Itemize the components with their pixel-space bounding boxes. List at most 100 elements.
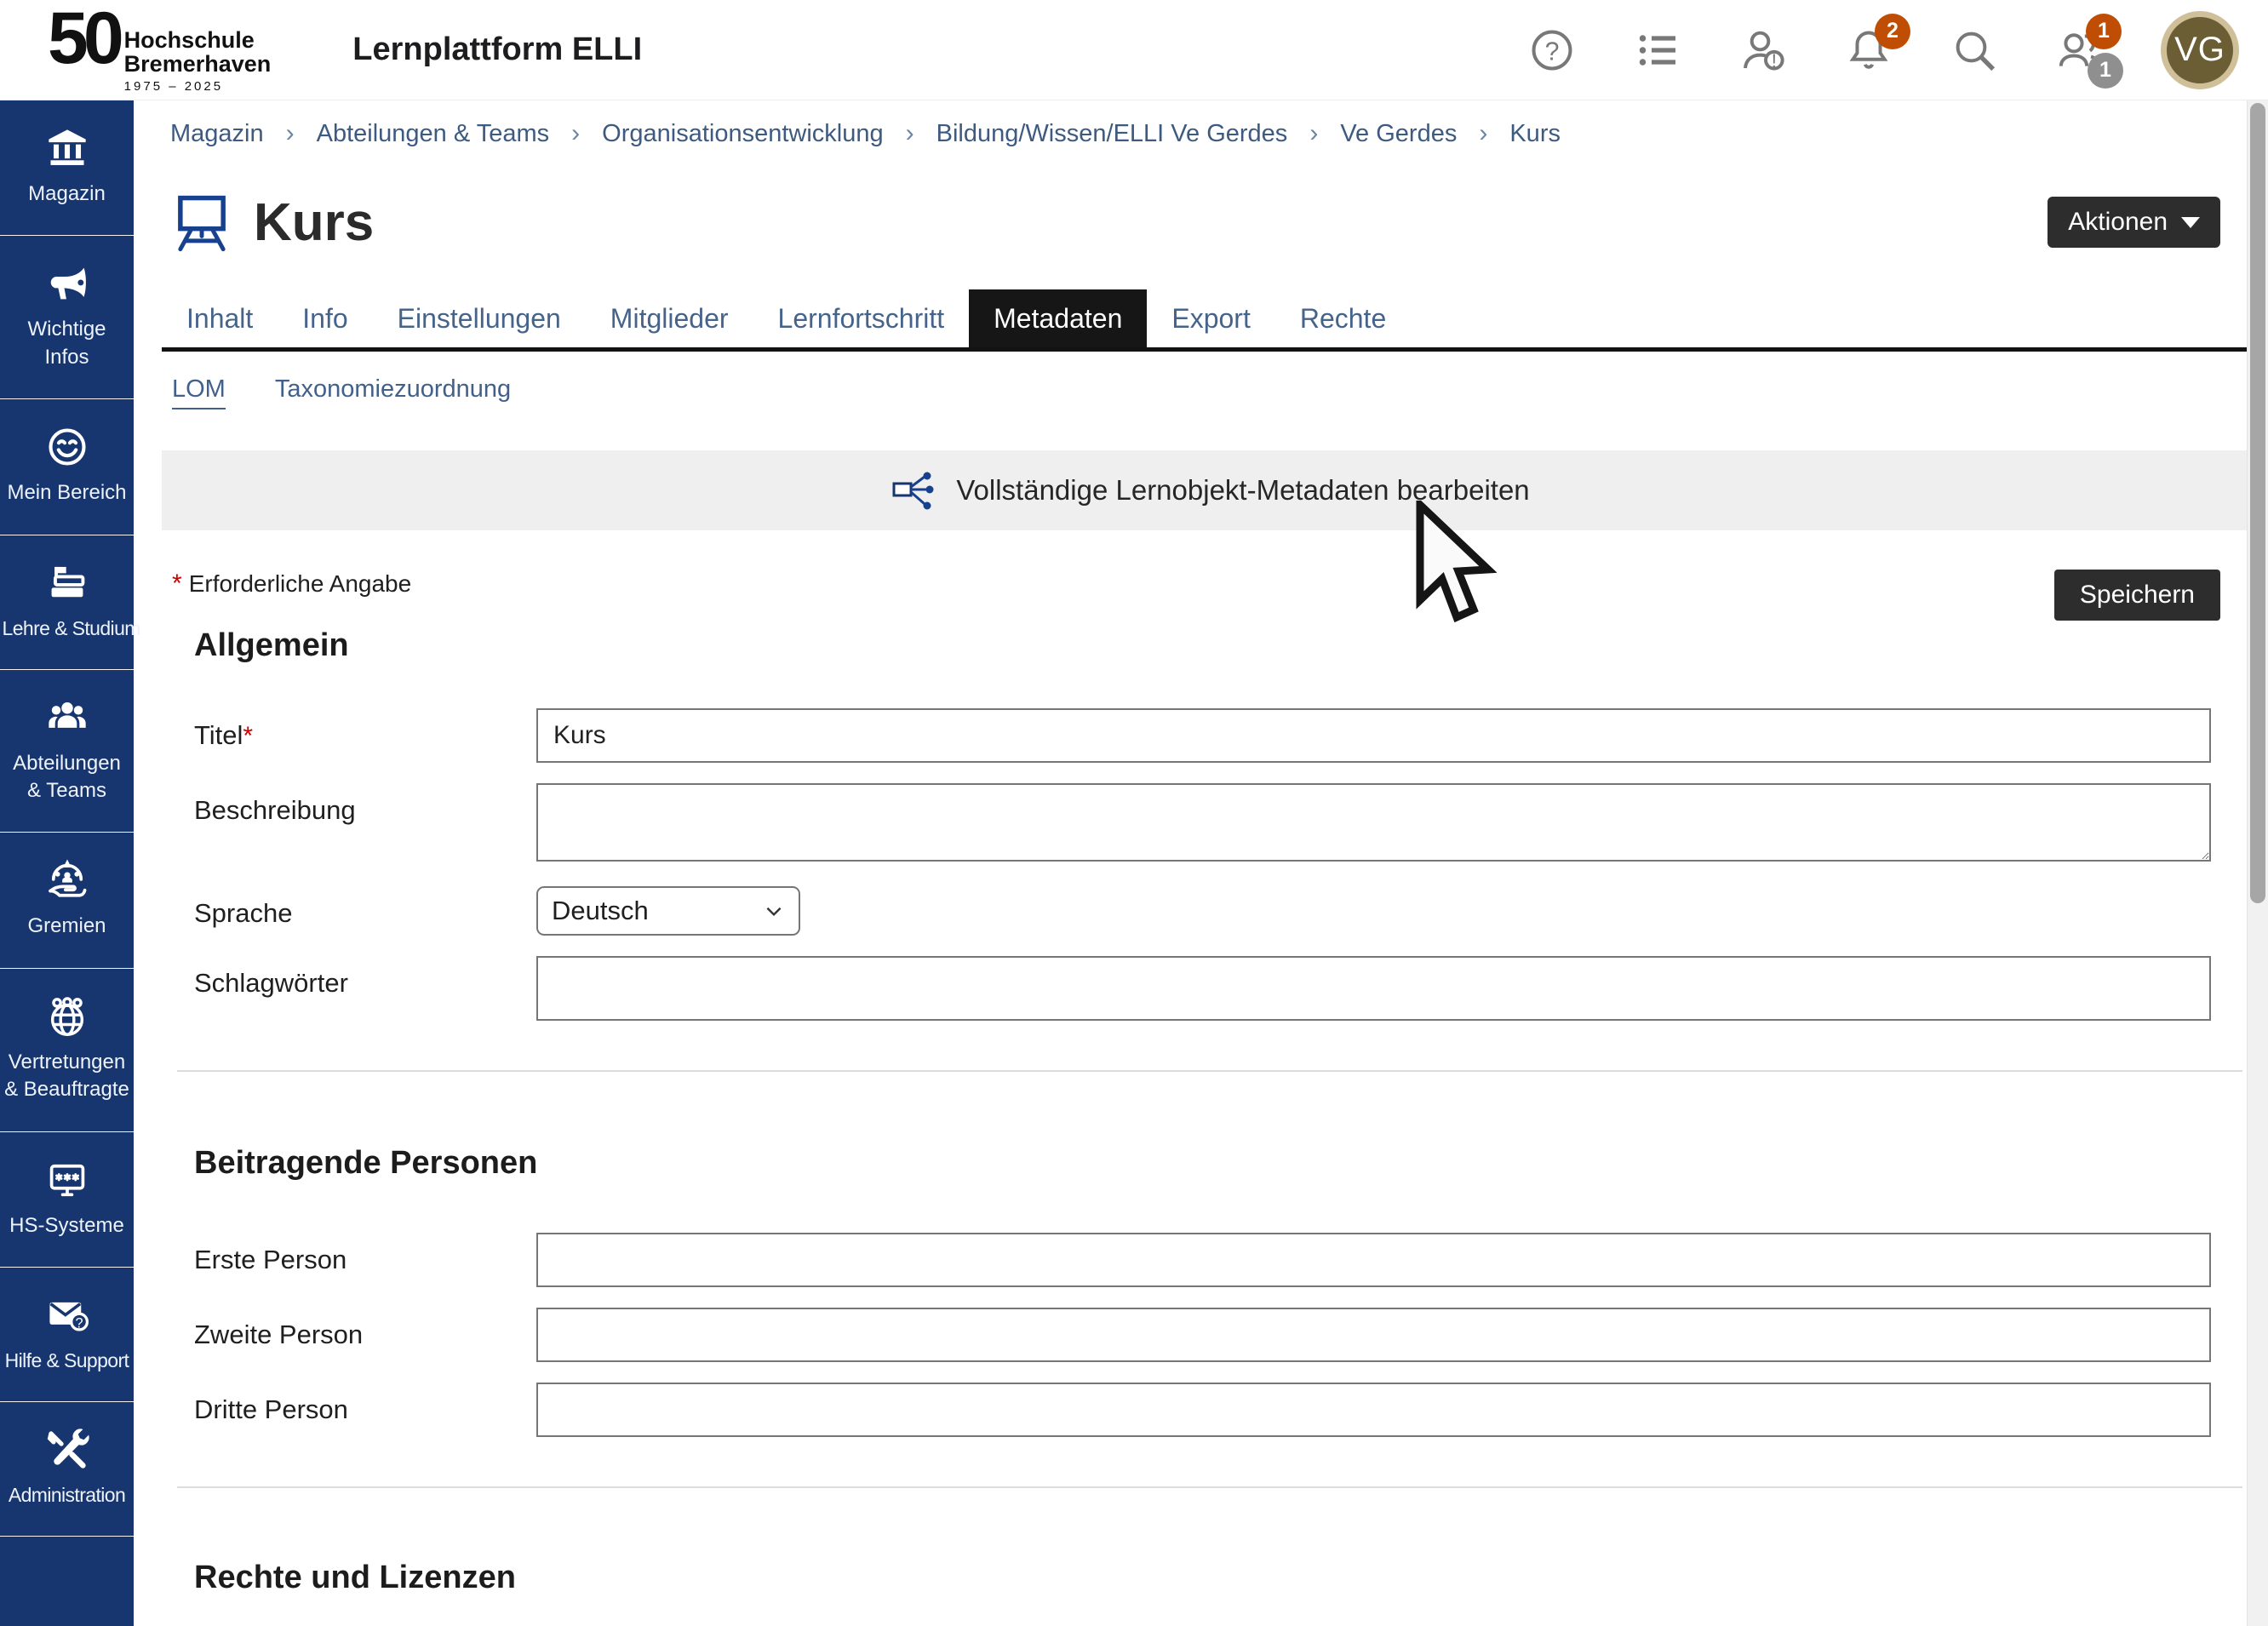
section-heading-rechte: Rechte und Lizenzen <box>162 1560 2259 1596</box>
schlagwoerter-input[interactable] <box>536 956 2211 1021</box>
sidebar-item-hs-systeme[interactable]: HS-Systeme <box>0 1132 134 1268</box>
sidebar-item-administration[interactable]: Administration <box>0 1402 134 1537</box>
users-badge-gray: 1 <box>2088 53 2123 89</box>
users-badge-orange: 1 <box>2086 14 2122 49</box>
beschreibung-textarea[interactable] <box>536 783 2211 862</box>
page-title: Kurs <box>254 192 374 253</box>
tab-lernfortschritt[interactable]: Lernfortschritt <box>753 289 970 347</box>
caret-down-icon <box>2181 217 2200 228</box>
metadata-hub-icon <box>891 468 936 512</box>
course-easel-icon <box>172 191 232 254</box>
svg-text:?: ? <box>1545 37 1560 66</box>
breadcrumb-ve-gerdes[interactable]: Ve Gerdes <box>1340 120 1457 148</box>
globe-people-icon <box>45 994 89 1039</box>
tab-rechte[interactable]: Rechte <box>1275 289 1411 347</box>
hochschule-bremerhaven-logo: 50 Hochschule Bremerhaven 1975 – 2025 <box>48 6 271 94</box>
breadcrumb-kurs[interactable]: Kurs <box>1509 120 1561 148</box>
sidebar-item-label: Vertretungen & Beauftragte <box>3 1049 130 1104</box>
tab-export[interactable]: Export <box>1147 289 1274 347</box>
sprache-label: Sprache <box>194 886 536 936</box>
sidebar-item-abteilungen-teams[interactable]: Abteilungen & Teams <box>0 670 134 833</box>
assembly-icon <box>45 858 89 902</box>
app-title: Lernplattform ELLI <box>352 31 642 68</box>
people-group-icon <box>45 696 89 740</box>
main-sidebar: Magazin Wichtige Infos Mein Bereich Lehr… <box>0 100 134 1626</box>
users-icon[interactable]: 1 1 <box>2055 26 2105 75</box>
logo-line2: Bremerhaven <box>124 52 272 76</box>
chevron-right-icon: › <box>571 119 580 148</box>
subtab-lom[interactable]: LOM <box>172 375 226 409</box>
erste-person-input[interactable] <box>536 1233 2211 1287</box>
breadcrumb: Magazin › Abteilungen & Teams › Organisa… <box>162 100 2259 165</box>
chevron-right-icon: › <box>906 119 914 148</box>
tab-inhalt[interactable]: Inhalt <box>162 289 278 347</box>
sidebar-item-label: Abteilungen & Teams <box>3 750 130 805</box>
avatar[interactable]: VG <box>2161 11 2239 89</box>
svg-text:?: ? <box>75 1316 83 1331</box>
breadcrumb-bildung-wissen[interactable]: Bildung/Wissen/ELLI Ve Gerdes <box>936 120 1288 148</box>
sidebar-item-lehre-studium[interactable]: Lehre & Studium <box>0 535 134 670</box>
sidebar-item-mein-bereich[interactable]: Mein Bereich <box>0 399 134 535</box>
sprache-select[interactable]: Deutsch <box>536 886 800 936</box>
breadcrumb-magazin[interactable]: Magazin <box>170 120 264 148</box>
section-divider <box>177 1070 2242 1072</box>
bell-icon[interactable]: 2 <box>1844 26 1893 75</box>
dritte-person-input[interactable] <box>536 1383 2211 1437</box>
bell-badge: 2 <box>1875 14 1910 49</box>
section-heading-beitragende: Beitragende Personen <box>162 1145 2259 1182</box>
logo-years: 1975 – 2025 <box>124 79 272 94</box>
tab-info[interactable]: Info <box>278 289 372 347</box>
sidebar-item-hilfe-support[interactable]: ? Hilfe & Support <box>0 1268 134 1402</box>
sidebar-filler <box>0 1537 134 1626</box>
aktionen-button[interactable]: Aktionen <box>2048 197 2220 248</box>
sidebar-item-magazin[interactable]: Magazin <box>0 100 134 236</box>
sidebar-item-label: Wichtige Infos <box>3 316 130 371</box>
sidebar-item-label: HS-Systeme <box>9 1212 124 1240</box>
logo-line1: Hochschule <box>124 28 272 52</box>
sidebar-item-label: Administration <box>9 1482 125 1509</box>
subtab-bar: LOM Taxonomiezuordnung <box>162 375 2259 409</box>
tab-mitglieder[interactable]: Mitglieder <box>586 289 753 347</box>
schlagwoerter-label: Schlagwörter <box>194 956 536 1021</box>
sidebar-item-vertretungen[interactable]: Vertretungen & Beauftragte <box>0 969 134 1132</box>
section-divider <box>177 1486 2242 1488</box>
required-star: * <box>172 570 182 598</box>
zweite-person-input[interactable] <box>536 1308 2211 1362</box>
titel-input[interactable] <box>536 708 2211 763</box>
edit-full-metadata-banner[interactable]: Vollständige Lernobjekt-Metadaten bearbe… <box>162 450 2259 530</box>
required-hint: *Erforderliche Angabe <box>172 570 411 598</box>
list-icon[interactable] <box>1633 26 1682 75</box>
scrollbar-thumb[interactable] <box>2250 103 2265 903</box>
erste-person-label: Erste Person <box>194 1233 536 1287</box>
chevron-right-icon: › <box>1479 119 1487 148</box>
beschreibung-label: Beschreibung <box>194 783 536 866</box>
sidebar-item-label: Magazin <box>28 180 106 208</box>
subtab-taxonomiezuordnung[interactable]: Taxonomiezuordnung <box>275 375 511 409</box>
tab-metadaten[interactable]: Metadaten <box>969 289 1147 347</box>
sidebar-item-wichtige-infos[interactable]: Wichtige Infos <box>0 236 134 399</box>
vertical-scrollbar[interactable] <box>2247 100 2268 1626</box>
svg-text:!: ! <box>1772 50 1777 72</box>
dritte-person-label: Dritte Person <box>194 1383 536 1437</box>
speichern-button[interactable]: Speichern <box>2054 570 2220 621</box>
aktionen-label: Aktionen <box>2068 208 2168 237</box>
top-header: 50 Hochschule Bremerhaven 1975 – 2025 Le… <box>0 0 2268 100</box>
help-icon[interactable]: ? <box>1527 26 1577 75</box>
breadcrumb-organisationsentwicklung[interactable]: Organisationsentwicklung <box>602 120 883 148</box>
zweite-person-label: Zweite Person <box>194 1308 536 1362</box>
tab-einstellungen[interactable]: Einstellungen <box>373 289 586 347</box>
search-icon[interactable] <box>1950 26 1999 75</box>
sidebar-item-label: Hilfe & Support <box>5 1348 129 1374</box>
chevron-down-icon <box>763 900 785 922</box>
sidebar-item-gremien[interactable]: Gremien <box>0 833 134 968</box>
books-icon <box>45 561 89 605</box>
edit-full-metadata-label: Vollständige Lernobjekt-Metadaten bearbe… <box>956 474 1529 507</box>
user-alert-icon[interactable]: ! <box>1738 26 1788 75</box>
chevron-right-icon: › <box>1309 119 1318 148</box>
breadcrumb-abteilungen[interactable]: Abteilungen & Teams <box>317 120 550 148</box>
chevron-right-icon: › <box>286 119 295 148</box>
titel-label: Titel* <box>194 708 536 763</box>
monitor-icon <box>45 1158 89 1202</box>
mail-question-icon: ? <box>45 1293 89 1337</box>
logo-50: 50 <box>48 6 119 72</box>
